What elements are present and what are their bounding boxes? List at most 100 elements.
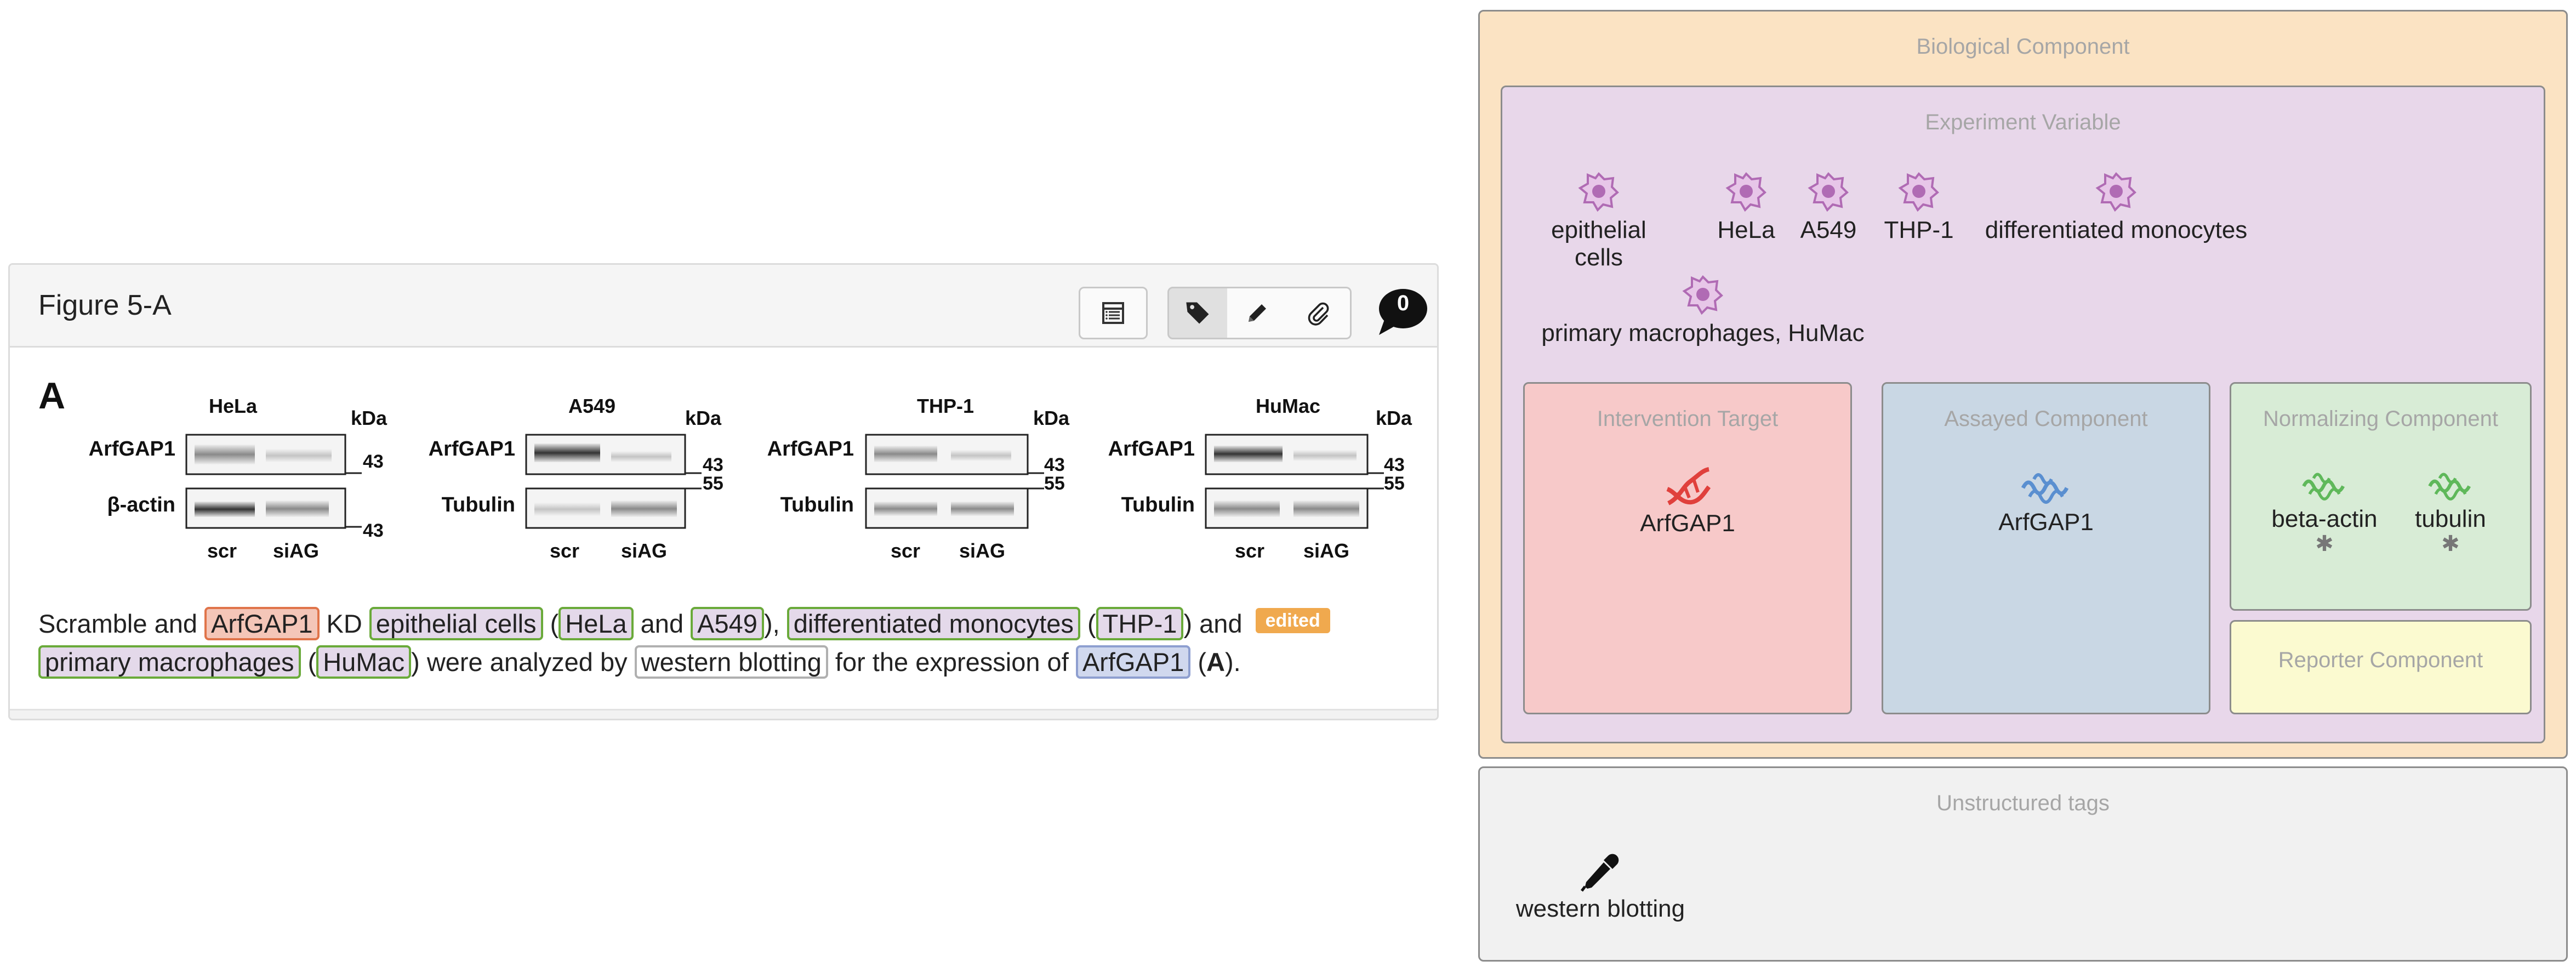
caption-text: (: [543, 609, 559, 638]
tag-arfgap1-assayed[interactable]: ArfGAP1: [1075, 645, 1191, 679]
unstructured-label: western blotting: [1515, 895, 1685, 922]
blot-cell-label: A549: [568, 395, 615, 417]
tag-hela[interactable]: HeLa: [558, 607, 634, 640]
blot-a549: A549 kDa ArfGAP1 Tubulin 43 55 scr siAG: [429, 395, 723, 562]
tag-button[interactable]: [1167, 287, 1229, 339]
tag-a549[interactable]: A549: [691, 607, 764, 640]
blot-unit: kDa: [1033, 407, 1070, 429]
protein-icon: [2428, 473, 2471, 501]
blot-row2-label: β-actin: [107, 493, 175, 516]
table-view-button[interactable]: [1079, 287, 1148, 339]
cell-icon: [1682, 275, 1723, 315]
blot-row1-label: ArfGAP1: [429, 437, 515, 461]
variable-item-differentiated-monocytes[interactable]: differentiated monocytes: [1974, 169, 2259, 244]
caption-text: for the expression of: [828, 647, 1076, 677]
figure-footer: [10, 709, 1437, 719]
blot-marker-2: 55: [703, 473, 723, 494]
figure-caption: Scramble and ArfGAP1 KD epithelial cells…: [38, 605, 1431, 681]
table-icon: [1102, 302, 1124, 324]
dna-icon: [1666, 467, 1711, 505]
dropper-icon: [1581, 854, 1619, 892]
tag-arfgap1-intervention[interactable]: ArfGAP1: [204, 607, 320, 640]
tag-differentiated-monocytes[interactable]: differentiated monocytes: [787, 607, 1080, 640]
normalizing-label: beta-actin: [2271, 505, 2378, 532]
blot-lane-1: scr: [550, 539, 579, 562]
variable-item-primary-macrophages[interactable]: primary macrophages, HuMac: [1533, 272, 1873, 347]
biological-component-title: Biological Component: [1916, 35, 2130, 59]
blot-cell-label: HeLa: [209, 395, 258, 417]
edit-button[interactable]: [1227, 287, 1289, 339]
caption-panel-ref: A: [1206, 647, 1225, 677]
variable-item-hela[interactable]: HeLa: [1711, 169, 1782, 244]
caption-text: ) were analyzed by: [411, 647, 635, 677]
blot-marker-1: 43: [1044, 454, 1065, 475]
blot-cell-label: HuMac: [1256, 395, 1320, 417]
variable-label: A549: [1800, 217, 1857, 243]
blot-row2-label: Tubulin: [442, 493, 515, 516]
blot-marker-2: 55: [1044, 473, 1065, 494]
tag-icon: [1186, 302, 1209, 324]
assayed-component-title: Assayed Component: [1944, 407, 2148, 431]
variable-item-thp1[interactable]: THP-1: [1878, 169, 1960, 244]
comment-button[interactable]: 0: [1375, 285, 1429, 339]
caption-text: KD: [319, 609, 369, 638]
blot-lane-2: siAG: [273, 539, 319, 562]
edited-badge: edited: [1255, 608, 1330, 633]
blot-unit: kDa: [1376, 407, 1412, 429]
caption-text: Scramble and: [38, 609, 205, 638]
attach-button[interactable]: [1287, 287, 1352, 339]
tag-western-blotting[interactable]: western blotting: [634, 645, 828, 679]
protein-icon: [2021, 473, 2069, 504]
tag-thp1[interactable]: THP-1: [1096, 607, 1184, 640]
blot-lane-2: siAG: [1303, 539, 1349, 562]
tag-epithelial-cells[interactable]: epithelial cells: [369, 607, 543, 640]
cell-icon: [1578, 172, 1619, 212]
blot-hela: HeLa kDa ArfGAP1 β-actin 43 43 scr siAG: [89, 395, 387, 562]
normalizing-item-tubulin[interactable]: tubulin ✱: [2396, 466, 2505, 555]
reporter-component-title: Reporter Component: [2278, 648, 2483, 672]
cell-icon: [1808, 172, 1849, 212]
blot-humac: HuMac kDa ArfGAP1 Tubulin 43 55 scr siAG: [1108, 395, 1412, 562]
variable-label: HeLa: [1717, 217, 1775, 243]
caption-text: ).: [1224, 647, 1241, 677]
unstructured-item-western-blotting[interactable]: western blotting: [1507, 850, 1694, 923]
intervention-target-title: Intervention Target: [1597, 407, 1779, 431]
blot-row2-label: Tubulin: [1121, 493, 1195, 516]
gear-icon: ✱: [2315, 532, 2334, 556]
assayed-item-arfgap1[interactable]: ArfGAP1: [1883, 466, 2209, 536]
tag-humac[interactable]: HuMac: [316, 645, 412, 679]
cell-icon: [1725, 172, 1766, 212]
variable-label: epithelial cells: [1551, 217, 1646, 271]
experiment-variable-title: Experiment Variable: [1925, 110, 2121, 134]
blot-marker-2: 55: [1384, 473, 1405, 494]
variable-item-a549[interactable]: A549: [1793, 169, 1864, 244]
blot-unit: kDa: [351, 407, 387, 429]
caption-text: (: [1080, 609, 1096, 638]
intervention-item-arfgap1[interactable]: ArfGAP1: [1525, 465, 1850, 537]
normalizing-item-beta-actin[interactable]: beta-actin ✱: [2264, 466, 2385, 555]
figure-header: Figure 5-A 0: [10, 265, 1437, 348]
tag-primary-macrophages[interactable]: primary macrophages: [38, 645, 301, 679]
normalizing-label: tubulin: [2415, 505, 2486, 532]
normalizing-component-title: Normalizing Component: [2262, 407, 2499, 431]
caption-text: and: [633, 609, 691, 638]
variable-label: primary macrophages, HuMac: [1541, 320, 1865, 346]
blot-unit: kDa: [685, 407, 722, 429]
cell-icon: [2095, 172, 2136, 212]
blot-row1-label: ArfGAP1: [767, 437, 854, 461]
variable-item-epithelial-cells[interactable]: epithelial cells: [1533, 169, 1665, 271]
pencil-icon: [1248, 304, 1266, 322]
unstructured-tags-panel: Unstructured tags western blotting: [1478, 766, 2568, 962]
caption-text: (: [1190, 647, 1206, 677]
blot-cell-label: THP-1: [917, 395, 974, 417]
figure-image: A HeLa kDa ArfGAP1 β-actin 43 43 scr siA…: [38, 375, 1412, 562]
variable-label: THP-1: [1884, 217, 1954, 243]
blot-marker-2: 43: [363, 520, 384, 541]
blot-row2-label: Tubulin: [780, 493, 854, 516]
protein-icon: [2302, 473, 2345, 501]
blot-row1-label: ArfGAP1: [1108, 437, 1195, 461]
experiment-variable-panel: Experiment Variable epithelial cells HeL…: [1501, 86, 2545, 743]
figure-title: Figure 5-A: [38, 289, 172, 321]
caption-text: ) and: [1183, 609, 1243, 638]
blot-lane-2: siAG: [621, 539, 667, 562]
